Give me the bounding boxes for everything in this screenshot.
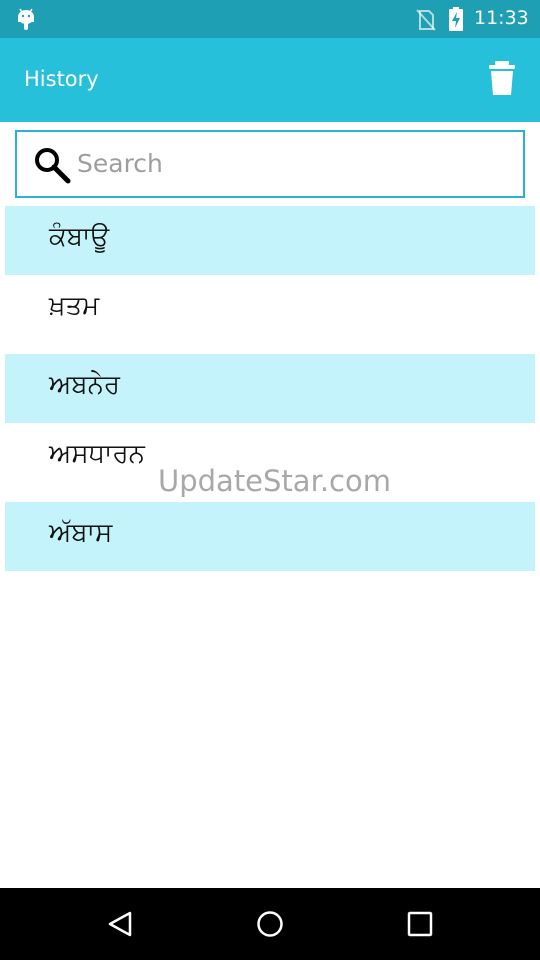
android-icon xyxy=(18,8,34,30)
recents-icon[interactable] xyxy=(406,910,434,938)
search-icon xyxy=(35,148,71,184)
app-bar: History xyxy=(0,38,540,122)
history-item[interactable]: ਅੱਬਾਸ xyxy=(5,502,535,571)
history-item[interactable]: ਕੰਬਾਊ xyxy=(5,206,535,275)
history-item-label: ਖ਼ਤਮ xyxy=(49,291,100,321)
watermark: UpdateStar.com xyxy=(158,464,391,498)
history-item-label: ਕੰਬਾਊ xyxy=(49,222,110,252)
page-title: History xyxy=(24,67,99,91)
home-icon[interactable] xyxy=(256,910,284,938)
history-item-label: ਅਬਨੇਰ xyxy=(49,370,120,400)
history-item-label: ਅਸਧਾਰਨ xyxy=(49,439,145,469)
search-input[interactable] xyxy=(75,142,499,184)
history-list: ਕੰਬਾਊ ਖ਼ਤਮ ਅਬਨੇਰ ਅਸਧਾਰਨ ਅੱਬਾਸ xyxy=(5,206,535,571)
history-item[interactable]: ਅਬਨੇਰ xyxy=(5,354,535,423)
navigation-bar xyxy=(0,888,540,960)
no-sim-icon xyxy=(416,9,436,31)
search-box xyxy=(15,130,525,198)
status-bar: 11:33 xyxy=(0,0,540,38)
history-item[interactable]: ਖ਼ਤਮ xyxy=(5,275,535,354)
history-item-label: ਅੱਬਾਸ xyxy=(49,518,113,548)
battery-charging-icon xyxy=(449,7,463,31)
back-icon[interactable] xyxy=(106,910,134,938)
trash-icon[interactable] xyxy=(486,60,518,96)
clock: 11:33 xyxy=(474,7,529,29)
